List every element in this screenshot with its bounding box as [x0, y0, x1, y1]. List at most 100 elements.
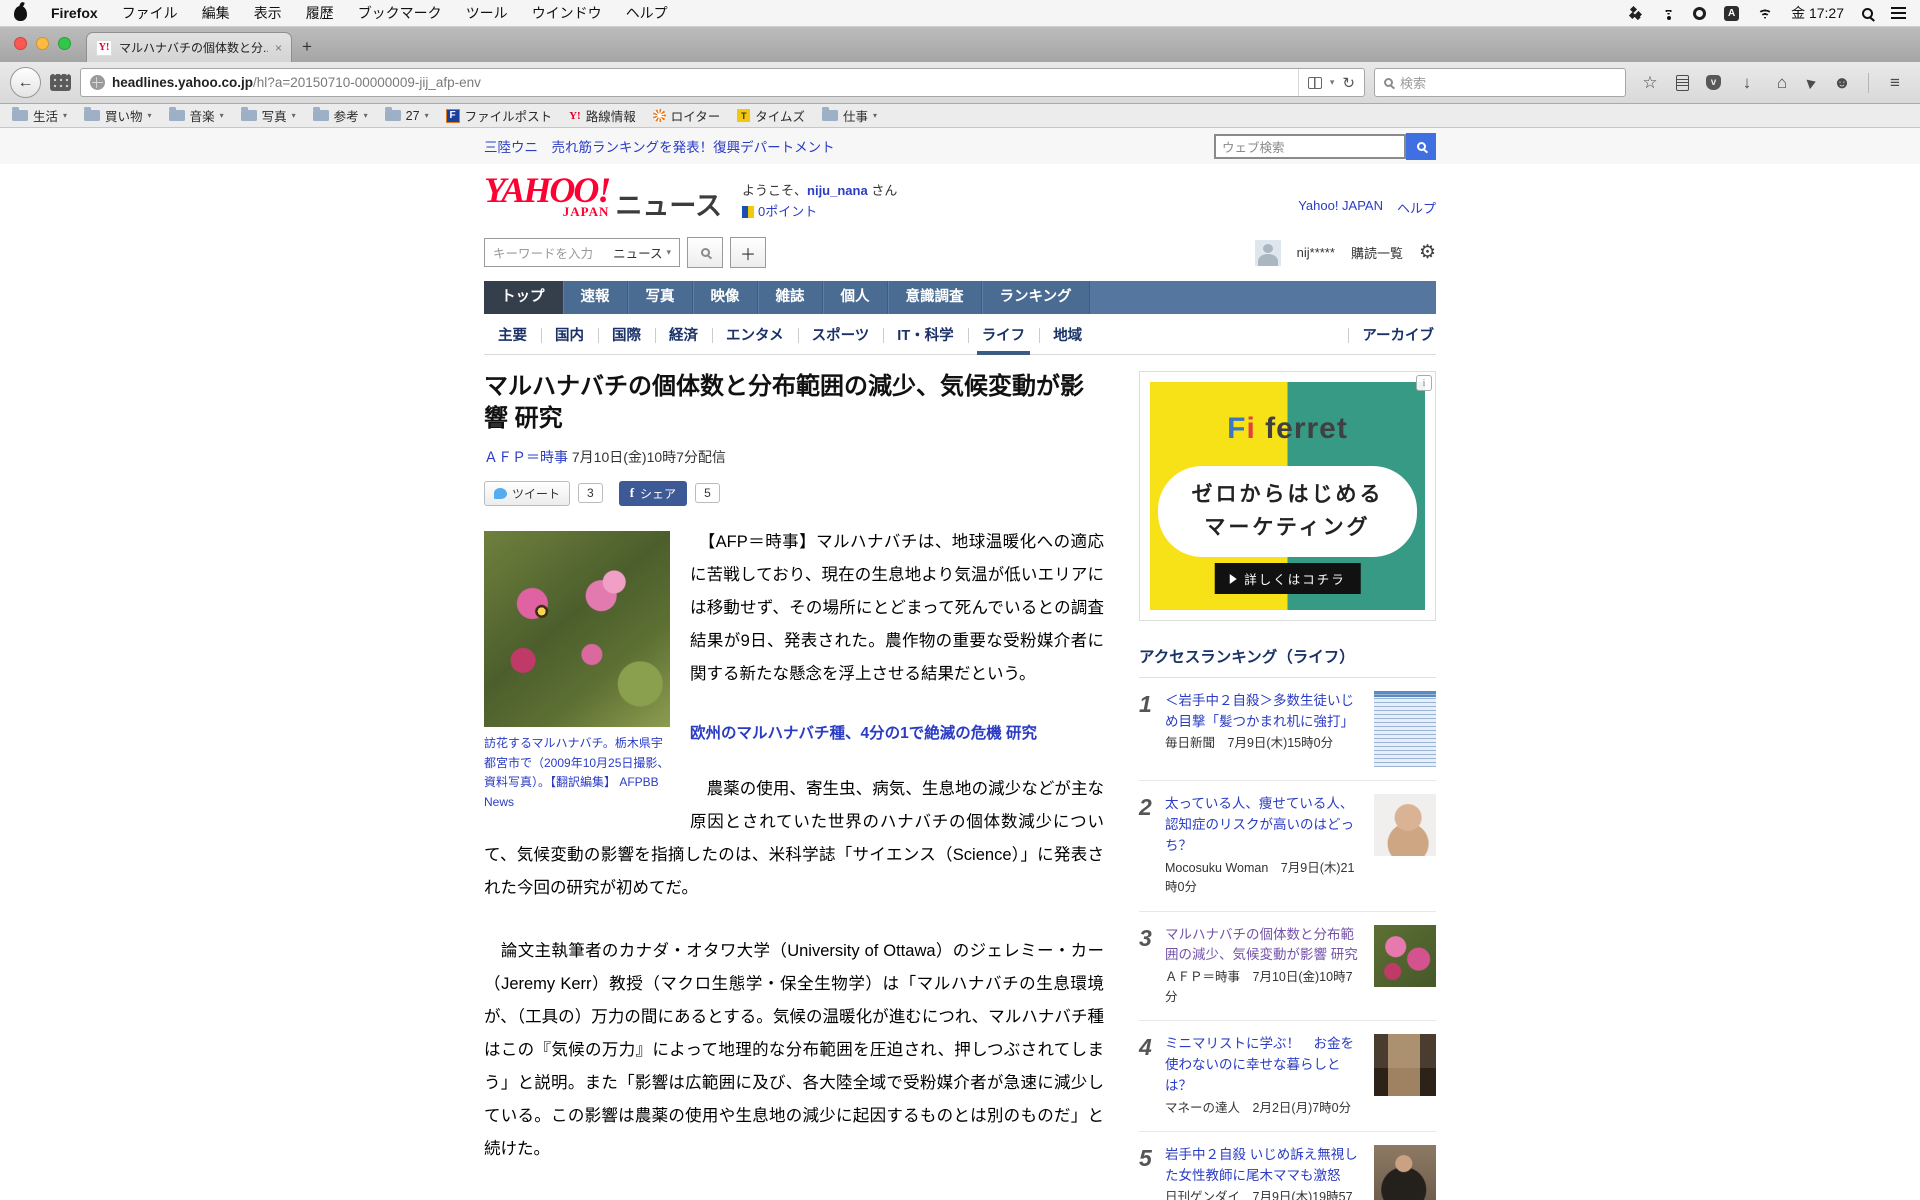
subnav-entertainment[interactable]: エンタメ	[712, 324, 798, 345]
menu-file[interactable]: ファイル	[122, 3, 178, 23]
hello-icon[interactable]: ☻	[1833, 73, 1851, 93]
news-search-button[interactable]	[687, 237, 723, 268]
ranking-link[interactable]: ＜岩手中２自殺＞多数生徒いじめ目撃「髪つかまれ机に強打」	[1165, 693, 1354, 729]
bookmark-reuters[interactable]: ロイター	[653, 106, 721, 125]
article-source-link[interactable]: ＡＦＰ＝時事	[484, 449, 568, 465]
nav-video[interactable]: 映像	[693, 281, 758, 314]
urlbar-dropdown-icon[interactable]: ▾	[1330, 77, 1335, 88]
bookmark-folder-work[interactable]: 仕事▾	[822, 106, 877, 125]
nav-flash[interactable]: 速報	[563, 281, 628, 314]
menu-tools[interactable]: ツール	[466, 3, 508, 23]
pocket-icon[interactable]	[1706, 75, 1721, 90]
bookmark-times[interactable]: タイムズ	[737, 106, 805, 125]
nav-personal[interactable]: 個人	[823, 281, 888, 314]
subnav-region[interactable]: 地域	[1039, 324, 1096, 345]
bookmark-folder-shopping[interactable]: 買い物▾	[84, 106, 152, 125]
home-icon[interactable]: ⌂	[1773, 73, 1791, 93]
tab-close-icon[interactable]: ×	[275, 41, 282, 55]
bookmark-folder-photo[interactable]: 写真▾	[241, 106, 296, 125]
ad-cta-button[interactable]: 詳しくはコチラ	[1214, 563, 1361, 594]
facebook-share-button[interactable]: fシェア	[619, 481, 687, 506]
ranking-thumbnail[interactable]	[1374, 1145, 1436, 1200]
url-bar[interactable]: headlines.yahoo.co.jp /hl?a=20150710-000…	[80, 68, 1365, 97]
add-search-button[interactable]: ＋	[730, 237, 766, 268]
subnav-economy[interactable]: 経済	[655, 324, 712, 345]
bookmark-transit[interactable]: Y!路線情報	[569, 106, 636, 125]
apple-menu-icon[interactable]	[14, 6, 27, 21]
points-link[interactable]: 0ポイント	[742, 202, 897, 223]
notification-center-icon[interactable]	[1891, 7, 1906, 19]
tweet-count[interactable]: 3	[578, 483, 603, 503]
wifi-icon[interactable]	[1757, 7, 1773, 19]
bookmark-folder-life[interactable]: 生活▾	[12, 106, 67, 125]
ferret-ad[interactable]: i Fi ferret ゼロからはじめる マーケティング 詳しくはコチラ	[1139, 371, 1436, 621]
menu-bookmarks[interactable]: ブックマーク	[358, 3, 442, 23]
subnav-archive[interactable]: アーカイブ	[1348, 324, 1436, 345]
nav-ranking[interactable]: ランキング	[982, 281, 1090, 314]
web-search-button[interactable]	[1406, 133, 1436, 160]
ranking-thumbnail[interactable]	[1374, 794, 1436, 856]
tweet-button[interactable]: ツイート	[484, 481, 570, 506]
share-icon[interactable]	[1807, 76, 1818, 88]
ranking-link[interactable]: マルハナバチの個体数と分布範囲の減少、気候変動が影響 研究	[1165, 927, 1358, 963]
subnav-it-science[interactable]: IT・科学	[883, 324, 967, 345]
web-search-input[interactable]: ウェブ検索	[1214, 134, 1406, 159]
menu-help[interactable]: ヘルプ	[626, 3, 668, 23]
user-id[interactable]: nij*****	[1297, 245, 1335, 260]
site-identity-globe-icon[interactable]	[90, 75, 105, 90]
bookmark-star-icon[interactable]: ☆	[1641, 73, 1659, 93]
creative-cloud-icon[interactable]	[1693, 7, 1706, 20]
yahoo-logo[interactable]: YAHOO! JAPAN	[484, 176, 609, 217]
reader-mode-icon[interactable]	[1308, 77, 1322, 89]
subnav-major[interactable]: 主要	[484, 324, 541, 345]
dropbox-icon[interactable]	[1630, 6, 1644, 20]
bookmark-filepost[interactable]: Fファイルポスト	[446, 106, 553, 125]
gear-icon[interactable]: ⚙	[1419, 241, 1436, 264]
ranking-link[interactable]: ミニマリストに学ぶ！ お金を使わないのに幸せな暮らしとは？	[1165, 1036, 1354, 1093]
user-avatar[interactable]	[1255, 240, 1281, 266]
zoom-window-button[interactable]	[58, 37, 71, 50]
reload-icon[interactable]: ↻	[1342, 74, 1355, 92]
back-button[interactable]: ←	[10, 67, 41, 98]
ranking-link[interactable]: 岩手中２自殺 いじめ訴え無視した女性教師に尾木ママも激怒	[1165, 1147, 1358, 1183]
subnav-sports[interactable]: スポーツ	[798, 324, 884, 345]
nav-survey[interactable]: 意識調査	[888, 281, 982, 314]
username-link[interactable]: niju_nana	[807, 183, 868, 198]
yahoo-japan-link[interactable]: Yahoo! JAPAN	[1298, 198, 1383, 217]
menu-window[interactable]: ウインドウ	[532, 3, 602, 23]
reading-list-icon[interactable]	[1676, 75, 1689, 91]
menu-view[interactable]: 表示	[254, 3, 282, 23]
promo-link[interactable]: 三陸ウニ 売れ筋ランキングを発表！復興デパートメント	[484, 136, 835, 156]
minimize-window-button[interactable]	[36, 37, 49, 50]
menu-app-name[interactable]: Firefox	[51, 5, 98, 21]
spotlight-icon[interactable]	[1862, 8, 1873, 19]
subnav-domestic[interactable]: 国内	[541, 324, 598, 345]
input-source-icon[interactable]	[1724, 6, 1739, 21]
browser-search-field[interactable]: 検索	[1374, 68, 1626, 97]
browser-tab[interactable]: Y! マルハナバチの個体数と分... ×	[86, 32, 292, 62]
share-count[interactable]: 5	[695, 483, 720, 503]
service-title[interactable]: ニュース	[615, 184, 722, 223]
menu-edit[interactable]: 編集	[202, 3, 230, 23]
menu-history[interactable]: 履歴	[306, 3, 334, 23]
subnav-life[interactable]: ライフ	[968, 324, 1040, 345]
downloads-icon[interactable]: ↓	[1738, 73, 1756, 93]
nav-photo[interactable]: 写真	[628, 281, 693, 314]
close-window-button[interactable]	[14, 37, 27, 50]
menubar-clock[interactable]: 金 17:27	[1791, 3, 1844, 23]
nav-top[interactable]: トップ	[484, 281, 563, 314]
help-link[interactable]: ヘルプ	[1397, 198, 1436, 217]
subnav-world[interactable]: 国際	[598, 324, 655, 345]
subscriptions-link[interactable]: 購読一覧	[1351, 243, 1403, 262]
bookmark-folder-music[interactable]: 音楽▾	[169, 106, 224, 125]
ranking-link[interactable]: 太っている人、痩せている人、認知症のリスクが高いのはどっち？	[1165, 796, 1354, 853]
bookmark-folder-reference[interactable]: 参考▾	[313, 106, 368, 125]
hamburger-menu-icon[interactable]: ≡	[1886, 73, 1904, 93]
search-scope-select[interactable]: ニュース▾	[613, 243, 671, 262]
nav-magazine[interactable]: 雑誌	[758, 281, 823, 314]
article-photo[interactable]	[484, 531, 670, 727]
keyword-search-input[interactable]: キーワードを入力 ニュース▾	[484, 238, 680, 267]
new-tab-button[interactable]: +	[292, 32, 322, 62]
ranking-thumbnail[interactable]	[1374, 691, 1436, 767]
wifi-transfer-icon[interactable]	[1662, 7, 1675, 20]
